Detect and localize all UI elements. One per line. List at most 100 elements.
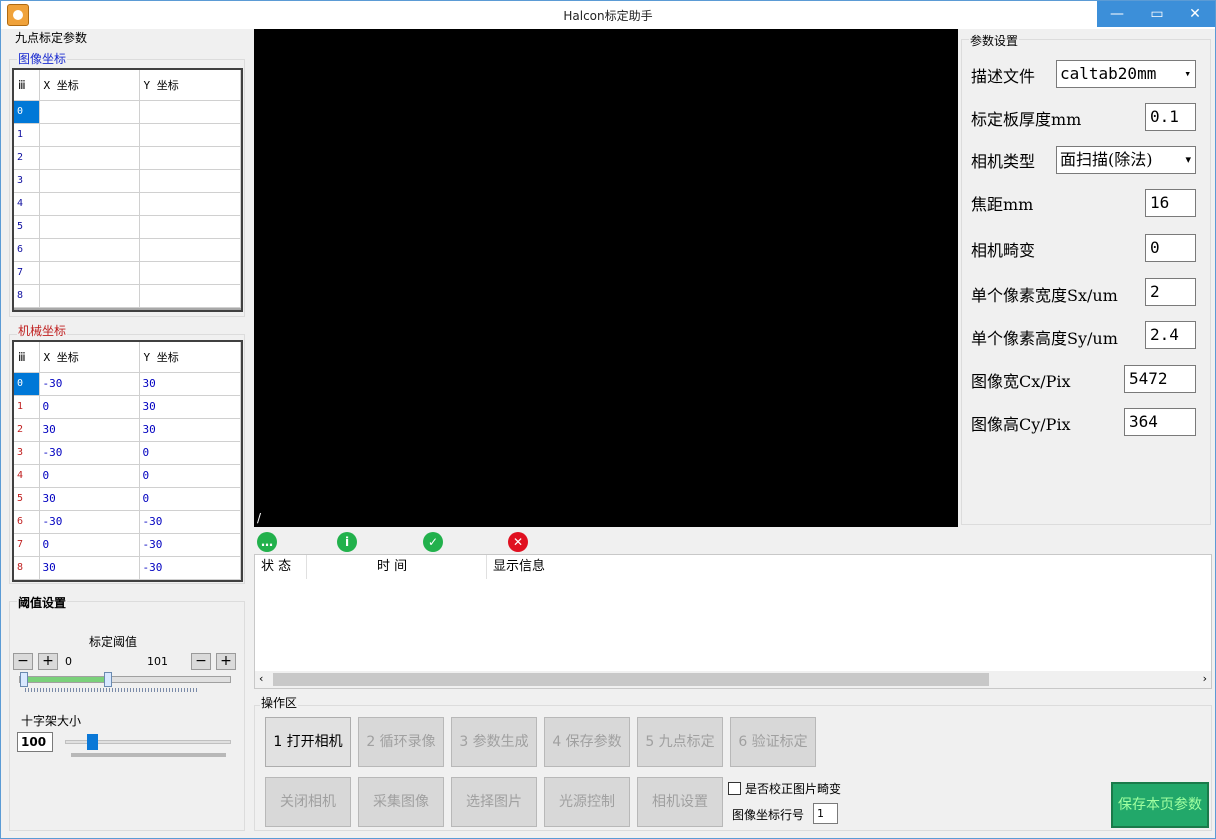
row-number[interactable]: 2 [14, 146, 40, 170]
minimize-button[interactable]: — [1097, 1, 1137, 27]
y-cell[interactable]: -30 [139, 556, 241, 580]
log-hscroll-thumb[interactable] [273, 673, 989, 686]
table-row[interactable]: 3 [14, 169, 241, 193]
y-cell[interactable] [139, 146, 241, 170]
light-control-button[interactable]: 光源控制 [544, 777, 630, 827]
y-cell[interactable] [139, 261, 241, 285]
table-row[interactable]: 6 -30 -30 [14, 510, 241, 534]
x-cell[interactable] [39, 146, 140, 170]
row-number[interactable]: 0 [14, 372, 40, 396]
threshold-range-slider[interactable] [19, 672, 231, 687]
x-cell[interactable] [39, 123, 140, 147]
table-row[interactable]: 7 [14, 261, 241, 285]
row-number[interactable]: 8 [14, 556, 40, 580]
table-row[interactable]: 8 30 -30 [14, 556, 241, 580]
x-cell[interactable] [39, 100, 140, 124]
tab-hint[interactable]: …提示 [257, 531, 283, 594]
close-button[interactable]: ✕ [1175, 1, 1215, 27]
image-coords-grid[interactable]: ⅲ X 坐标 Y 坐标 012345678 [12, 68, 243, 312]
y-cell[interactable]: 30 [139, 372, 241, 396]
table-row[interactable]: 0 [14, 100, 241, 124]
table-row[interactable]: 2 30 30 [14, 418, 241, 442]
threshold-low-minus-button[interactable]: − [13, 653, 33, 670]
log-hscrollbar[interactable]: ‹ › [255, 671, 1211, 688]
row-number[interactable]: 2 [14, 418, 40, 442]
row-number[interactable]: 6 [14, 238, 40, 262]
y-cell[interactable]: 0 [139, 464, 241, 488]
correct-distortion-checkbox[interactable] [728, 782, 741, 795]
capture-image-button[interactable]: 采集图像 [358, 777, 444, 827]
x-cell[interactable]: 0 [39, 395, 140, 419]
row-number[interactable]: 5 [14, 215, 40, 239]
x-cell[interactable]: -30 [39, 372, 140, 396]
table-row[interactable]: 6 [14, 238, 241, 262]
focal-length-input[interactable]: 16 [1145, 189, 1196, 217]
threshold-low-handle[interactable] [20, 672, 28, 687]
row-number[interactable]: 3 [14, 169, 40, 193]
x-cell[interactable]: -30 [39, 510, 140, 534]
threshold-low-plus-button[interactable]: + [38, 653, 58, 670]
row-number[interactable]: 0 [14, 100, 40, 124]
table-row[interactable]: 7 0 -30 [14, 533, 241, 557]
table-row[interactable]: 0 -30 30 [14, 372, 241, 396]
x-cell[interactable]: 30 [39, 418, 140, 442]
y-cell[interactable] [139, 169, 241, 193]
open-camera-button[interactable]: 1 打开相机 [265, 717, 351, 767]
crosshair-size-input[interactable]: 100 [17, 732, 53, 752]
camera-settings-button[interactable]: 相机设置 [637, 777, 723, 827]
y-cell[interactable] [139, 192, 241, 216]
table-row[interactable]: 2 [14, 146, 241, 170]
row-number[interactable]: 7 [14, 533, 40, 557]
table-row[interactable]: 3 -30 0 [14, 441, 241, 465]
row-number[interactable]: 5 [14, 487, 40, 511]
sx-input[interactable]: 2 [1145, 278, 1196, 306]
y-cell[interactable]: -30 [139, 510, 241, 534]
generate-params-button[interactable]: 3 参数生成 [451, 717, 537, 767]
save-page-params-button[interactable]: 保存本页参数 [1111, 782, 1209, 828]
threshold-high-minus-button[interactable]: − [191, 653, 211, 670]
row-number[interactable]: 6 [14, 510, 40, 534]
tab-done[interactable]: ✓完成 [423, 531, 449, 594]
tab-error[interactable]: ✕错误 [508, 531, 534, 594]
x-cell[interactable] [39, 261, 140, 285]
scroll-left-icon[interactable]: ‹ [259, 672, 263, 685]
log-col-status[interactable]: 状 态 [255, 555, 307, 579]
image-display[interactable] [254, 29, 958, 527]
camera-type-select[interactable]: 面扫描(除法) ▾ [1056, 146, 1196, 174]
distortion-input[interactable]: 0 [1145, 234, 1196, 262]
x-cell[interactable] [39, 238, 140, 262]
cx-input[interactable]: 5472 [1124, 365, 1196, 393]
y-cell[interactable]: 30 [139, 418, 241, 442]
close-camera-button[interactable]: 关闭相机 [265, 777, 351, 827]
x-cell[interactable]: -30 [39, 441, 140, 465]
select-image-button[interactable]: 选择图片 [451, 777, 537, 827]
x-cell[interactable] [39, 192, 140, 216]
log-list[interactable]: 状 态 时 间 显示信息 ‹ › [254, 554, 1212, 689]
row-number[interactable]: 7 [14, 261, 40, 285]
y-cell[interactable] [139, 123, 241, 147]
loop-record-button[interactable]: 2 循环录像 [358, 717, 444, 767]
x-cell[interactable] [39, 169, 140, 193]
log-col-message[interactable]: 显示信息 [487, 555, 687, 579]
table-row[interactable]: 4 [14, 192, 241, 216]
y-cell[interactable] [139, 284, 241, 308]
x-cell[interactable] [39, 284, 140, 308]
log-col-time[interactable]: 时 间 [307, 555, 487, 579]
table-row[interactable]: 5 30 0 [14, 487, 241, 511]
crosshair-slider-thumb[interactable] [87, 734, 99, 750]
thickness-input[interactable]: 0.1 [1145, 103, 1196, 131]
table-row[interactable]: 400 [14, 464, 241, 488]
row-number[interactable]: 4 [14, 192, 40, 216]
mech-coords-grid[interactable]: ⅲ X 坐标 Y 坐标 0 -30 30 1 0 30 2 30 30 3 -30 0 4 0 0 5 30 0 6… [12, 340, 243, 582]
row-number[interactable]: 1 [14, 395, 40, 419]
threshold-high-plus-button[interactable]: + [216, 653, 236, 670]
verify-calibration-button[interactable]: 6 验证标定 [730, 717, 816, 767]
row-number[interactable]: 4 [14, 464, 40, 488]
tab-info[interactable]: i信息 [337, 531, 363, 594]
y-cell[interactable]: 0 [139, 441, 241, 465]
table-row[interactable]: 1 0 30 [14, 395, 241, 419]
x-cell[interactable]: 30 [39, 487, 140, 511]
table-row[interactable]: 8 [14, 284, 241, 308]
y-cell[interactable]: 30 [139, 395, 241, 419]
threshold-high-handle[interactable] [104, 672, 113, 687]
